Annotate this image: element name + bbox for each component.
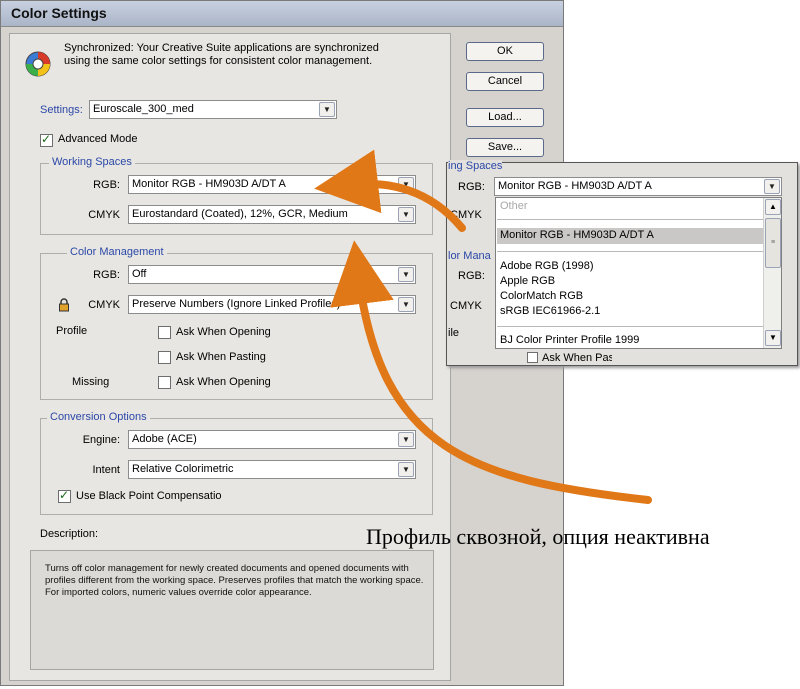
dropdown-arrow-icon[interactable]: ▼ [398,177,414,192]
ask-pasting-label: Ask When Pasting [176,351,266,363]
list-item[interactable]: ColorMatch RGB [500,290,583,302]
checkmark-icon: ✓ [41,132,52,146]
list-item-selected[interactable]: Monitor RGB - HM903D A/DT A [500,229,654,241]
dropdown-arrow-icon[interactable]: ▼ [398,267,414,282]
settings-value: Euroscale_300_med [93,103,194,115]
engine-select[interactable]: Adobe (ACE) ▼ [128,430,416,449]
list-separator [497,251,763,252]
rgb-profile-list[interactable]: Other Monitor RGB - HM903D A/DT A Adobe … [495,197,782,349]
cancel-button[interactable]: Cancel [466,72,544,91]
list-item[interactable]: Apple RGB [500,275,555,287]
advanced-mode-label: Advanced Mode [58,133,138,145]
ask-opening-checkbox-1[interactable] [158,326,171,339]
list-scrollbar[interactable]: ▲ ≡ ▼ [763,198,781,348]
ws-cmyk-label: CMYK [88,209,120,221]
settings-label: Settings: [40,104,83,116]
cm-cmyk-value: Preserve Numbers (Ignore Linked Profiles… [132,298,341,310]
ask-pasting-checkbox[interactable] [158,351,171,364]
ok-button[interactable]: OK [466,42,544,61]
popup-cmyk2-label: CMYK [450,300,482,312]
save-button[interactable]: Save... [466,138,544,157]
popup-ask-pasting-checkbox[interactable] [527,352,538,363]
ws-rgb-value: Monitor RGB - HM903D A/DT A [132,178,286,190]
dropdown-arrow-icon[interactable]: ▼ [764,179,780,194]
working-spaces-group: Working Spaces [40,156,433,235]
list-separator [497,326,763,327]
popup-cm-partial: lor Mana [448,250,491,262]
cm-rgb-select[interactable]: Off ▼ [128,265,416,284]
list-item[interactable]: BJ Color Printer Profile 1999 [500,334,639,346]
list-item[interactable]: sRGB IEC61966-2.1 [500,305,600,317]
dropdown-arrow-icon[interactable]: ▼ [398,207,414,222]
engine-value: Adobe (ACE) [132,433,197,445]
popup-rgb-select[interactable]: Monitor RGB - HM903D A/DT A ▼ [494,177,782,196]
advanced-mode-checkbox[interactable]: ✓ [40,132,53,147]
missing-label: Missing [72,376,110,388]
list-item[interactable]: Adobe RGB (1998) [500,260,594,272]
description-label: Description: [40,528,99,540]
ask-opening-checkbox-2[interactable] [158,376,171,389]
ws-rgb-select[interactable]: Monitor RGB - HM903D A/DT A ▼ [128,175,416,194]
scroll-down-icon[interactable]: ▼ [765,330,781,346]
engine-label: Engine: [82,434,120,446]
scroll-up-icon[interactable]: ▲ [765,199,781,215]
description-text: Turns off color management for newly cre… [45,563,424,598]
cm-rgb-label: RGB: [93,269,120,281]
sync-message: Synchronized: Your Creative Suite applic… [64,42,379,67]
dropdown-arrow-icon[interactable]: ▼ [398,297,414,312]
popup-file-partial: ile [448,327,460,339]
popup-rgb-label: RGB: [458,181,485,193]
dropdown-arrow-icon[interactable]: ▼ [398,462,414,477]
intent-select[interactable]: Relative Colorimetric ▼ [128,460,416,479]
intent-value: Relative Colorimetric [132,463,234,475]
ask-opening-label-2: Ask When Opening [176,376,270,388]
profile-label: Profile [56,325,88,337]
ask-opening-label-1: Ask When Opening [176,326,270,338]
intent-label: Intent [92,464,120,476]
dropdown-arrow-icon[interactable]: ▼ [398,432,414,447]
bpc-checkbox[interactable]: ✓ [58,488,71,503]
color-wheel-icon [25,51,51,77]
ws-rgb-label: RGB: [93,179,120,191]
popup-rgb2-label: RGB: [458,270,485,282]
list-item-other[interactable]: Other [500,200,528,212]
cm-rgb-value: Off [132,268,147,280]
checkmark-icon: ✓ [59,488,70,502]
popup-cmyk-label: CMYK [450,209,482,221]
ws-cmyk-value: Eurostandard (Coated), 12%, GCR, Medium [132,208,348,220]
annotation-text: Профиль сквозной, опция неактивна [366,524,710,549]
cm-cmyk-select[interactable]: Preserve Numbers (Ignore Linked Profiles… [128,295,416,314]
popup-partial-title: ing Spaces [448,160,503,172]
list-separator [497,219,763,220]
popup-rgb-value: Monitor RGB - HM903D A/DT A [498,180,652,192]
load-button[interactable]: Load... [466,108,544,127]
settings-select[interactable]: Euroscale_300_med ▼ [89,100,337,119]
dropdown-arrow-icon[interactable]: ▼ [319,102,335,117]
working-spaces-title: Working Spaces [49,156,135,168]
ws-cmyk-select[interactable]: Eurostandard (Coated), 12%, GCR, Medium … [128,205,416,224]
scroll-thumb[interactable]: ≡ [765,218,781,268]
window-title: Color Settings [11,5,107,21]
conversion-options-title: Conversion Options [47,411,150,423]
popup-ask-pasting-label: Ask When Pasting [542,352,612,364]
cm-cmyk-label: CMYK [88,299,120,311]
color-management-title: Color Management [67,246,167,258]
bpc-label: Use Black Point Compensation [76,490,222,502]
title-bar[interactable]: Color Settings [1,1,563,27]
